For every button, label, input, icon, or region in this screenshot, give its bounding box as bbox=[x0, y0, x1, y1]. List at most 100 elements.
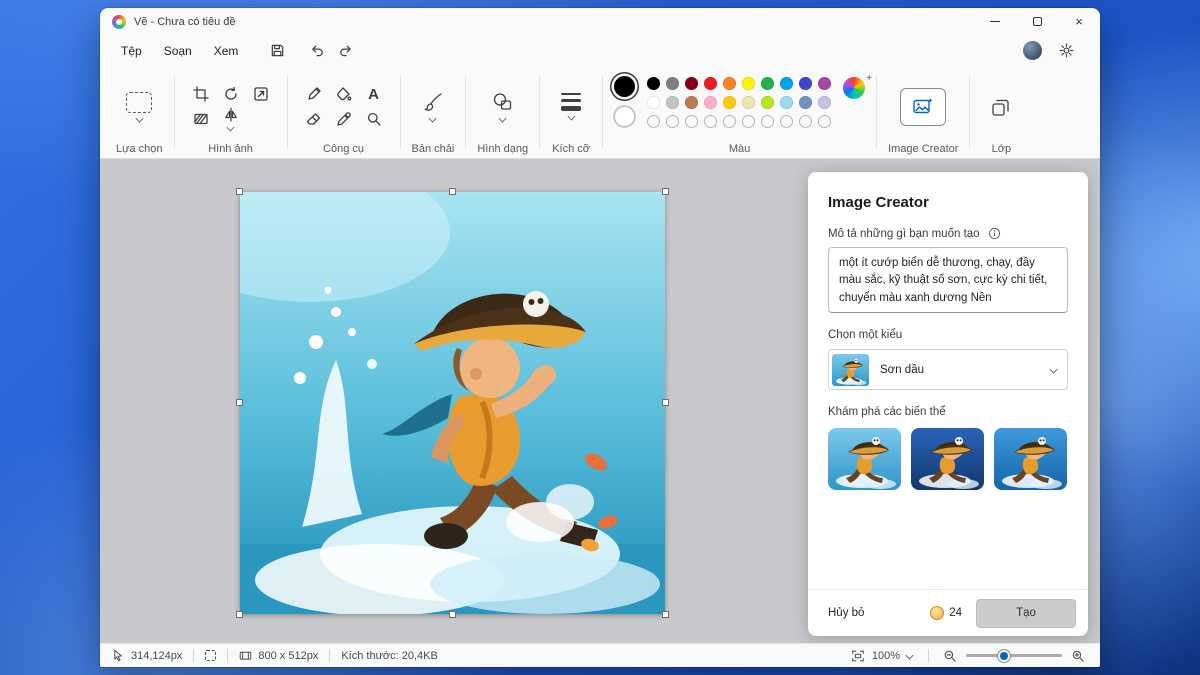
image-creator-icon bbox=[912, 96, 934, 118]
save-button[interactable] bbox=[263, 39, 291, 63]
image-creator-button[interactable] bbox=[900, 88, 946, 126]
color-swatch[interactable] bbox=[685, 77, 698, 90]
magnifier-tool[interactable] bbox=[361, 107, 387, 131]
hatch-icon bbox=[193, 111, 209, 127]
color-swatch[interactable] bbox=[666, 96, 679, 109]
rotate-button[interactable] bbox=[218, 82, 244, 106]
info-button[interactable] bbox=[988, 227, 1001, 240]
group-divider bbox=[969, 75, 970, 149]
group-label-image: Hình ảnh bbox=[208, 140, 253, 155]
minimize-icon bbox=[990, 21, 1000, 22]
undo-button[interactable] bbox=[303, 39, 331, 63]
color-swatch[interactable] bbox=[818, 77, 831, 90]
color-swatch[interactable] bbox=[799, 96, 812, 109]
group-label-tools: Công cụ bbox=[323, 140, 364, 155]
color-swatch-empty[interactable] bbox=[685, 115, 698, 128]
color-swatch[interactable] bbox=[761, 96, 774, 109]
edit-colors-wheel[interactable] bbox=[843, 77, 865, 99]
resize-handle[interactable] bbox=[662, 399, 669, 406]
color-picker-tool[interactable] bbox=[331, 107, 357, 131]
chevron-down-icon bbox=[499, 115, 507, 123]
group-label-image-creator: Image Creator bbox=[888, 140, 958, 155]
image-creator-panel: Image Creator Mô tả những gì bạn muốn tạ… bbox=[808, 172, 1088, 636]
color-swatch[interactable] bbox=[780, 77, 793, 90]
menubar: Tệp Soạn Xem bbox=[100, 35, 1100, 66]
resize-handle[interactable] bbox=[236, 399, 243, 406]
crop-button[interactable] bbox=[188, 82, 214, 106]
create-button[interactable]: Tạo bbox=[976, 599, 1076, 628]
text-tool[interactable]: A bbox=[361, 82, 387, 106]
resize-handle[interactable] bbox=[662, 611, 669, 618]
resize-handle[interactable] bbox=[236, 188, 243, 195]
brushes-button[interactable] bbox=[413, 85, 453, 129]
color-swatch[interactable] bbox=[761, 77, 774, 90]
resize-handle[interactable] bbox=[662, 188, 669, 195]
color-swatch-empty[interactable] bbox=[799, 115, 812, 128]
zoom-out-button[interactable] bbox=[940, 649, 960, 663]
close-button[interactable]: × bbox=[1058, 8, 1100, 35]
ribbon-group-shapes: Hình dạng bbox=[467, 66, 538, 158]
canvas-image[interactable] bbox=[240, 192, 665, 614]
shapes-button[interactable] bbox=[483, 85, 523, 129]
resize-handle[interactable] bbox=[449, 611, 456, 618]
zoom-level-dropdown[interactable]: 100% bbox=[872, 650, 913, 662]
resize-handle[interactable] bbox=[449, 188, 456, 195]
color-swatch-empty[interactable] bbox=[647, 115, 660, 128]
resize-handle[interactable] bbox=[236, 611, 243, 618]
fit-to-screen-button[interactable] bbox=[848, 649, 868, 663]
zoom-in-button[interactable] bbox=[1068, 649, 1088, 663]
zoom-slider-thumb[interactable] bbox=[998, 650, 1010, 662]
layers-button[interactable] bbox=[981, 85, 1021, 129]
variant-3[interactable] bbox=[994, 428, 1067, 490]
menu-file[interactable]: Tệp bbox=[110, 39, 153, 63]
eraser-tool[interactable] bbox=[301, 107, 327, 131]
color-swatch-empty[interactable] bbox=[818, 115, 831, 128]
color-swatch[interactable] bbox=[704, 77, 717, 90]
color-swatch[interactable] bbox=[799, 77, 812, 90]
redo-icon bbox=[338, 43, 353, 58]
primary-color[interactable] bbox=[614, 76, 635, 97]
cancel-button[interactable]: Hủy bỏ bbox=[828, 607, 864, 619]
color-swatch-empty[interactable] bbox=[704, 115, 717, 128]
titlebar[interactable]: Vẽ - Chưa có tiêu đề × bbox=[100, 8, 1100, 35]
zoom-slider[interactable] bbox=[966, 654, 1062, 657]
color-swatch-empty[interactable] bbox=[723, 115, 736, 128]
gear-icon bbox=[1059, 43, 1074, 58]
color-swatch[interactable] bbox=[704, 96, 717, 109]
secondary-color[interactable] bbox=[614, 106, 635, 127]
color-swatch[interactable] bbox=[742, 96, 755, 109]
ribbon-group-selection: Lựa chọn bbox=[106, 66, 173, 158]
prompt-input[interactable]: một ít cướp biển dễ thương, chạy, đầy mà… bbox=[828, 247, 1068, 313]
color-swatch[interactable] bbox=[647, 77, 660, 90]
size-button[interactable] bbox=[551, 85, 591, 129]
menu-view[interactable]: Xem bbox=[203, 39, 250, 63]
transparent-select-button[interactable] bbox=[188, 107, 214, 131]
color-swatch[interactable] bbox=[742, 77, 755, 90]
style-dropdown[interactable]: Sơn dầu bbox=[828, 349, 1068, 390]
minimize-button[interactable] bbox=[974, 8, 1016, 35]
color-swatch[interactable] bbox=[780, 96, 793, 109]
flip-button[interactable] bbox=[218, 107, 244, 131]
color-swatch-empty[interactable] bbox=[780, 115, 793, 128]
color-swatch[interactable] bbox=[723, 96, 736, 109]
color-swatch[interactable] bbox=[666, 77, 679, 90]
account-avatar[interactable] bbox=[1023, 41, 1042, 60]
selection-tool-button[interactable] bbox=[119, 85, 159, 129]
variant-1[interactable] bbox=[828, 428, 901, 490]
pencil-tool[interactable] bbox=[301, 82, 327, 106]
resize-button[interactable] bbox=[248, 82, 274, 106]
variant-2[interactable] bbox=[911, 428, 984, 490]
color-swatch[interactable] bbox=[723, 77, 736, 90]
shapes-icon bbox=[492, 91, 514, 113]
maximize-button[interactable] bbox=[1016, 8, 1058, 35]
fill-tool[interactable] bbox=[331, 82, 357, 106]
color-swatch-empty[interactable] bbox=[666, 115, 679, 128]
color-swatch-empty[interactable] bbox=[761, 115, 774, 128]
color-swatch-empty[interactable] bbox=[742, 115, 755, 128]
settings-button[interactable] bbox=[1052, 39, 1080, 63]
redo-button[interactable] bbox=[331, 39, 359, 63]
color-swatch[interactable] bbox=[647, 96, 660, 109]
menu-edit[interactable]: Soạn bbox=[153, 39, 203, 63]
color-swatch[interactable] bbox=[685, 96, 698, 109]
color-swatch[interactable] bbox=[818, 96, 831, 109]
